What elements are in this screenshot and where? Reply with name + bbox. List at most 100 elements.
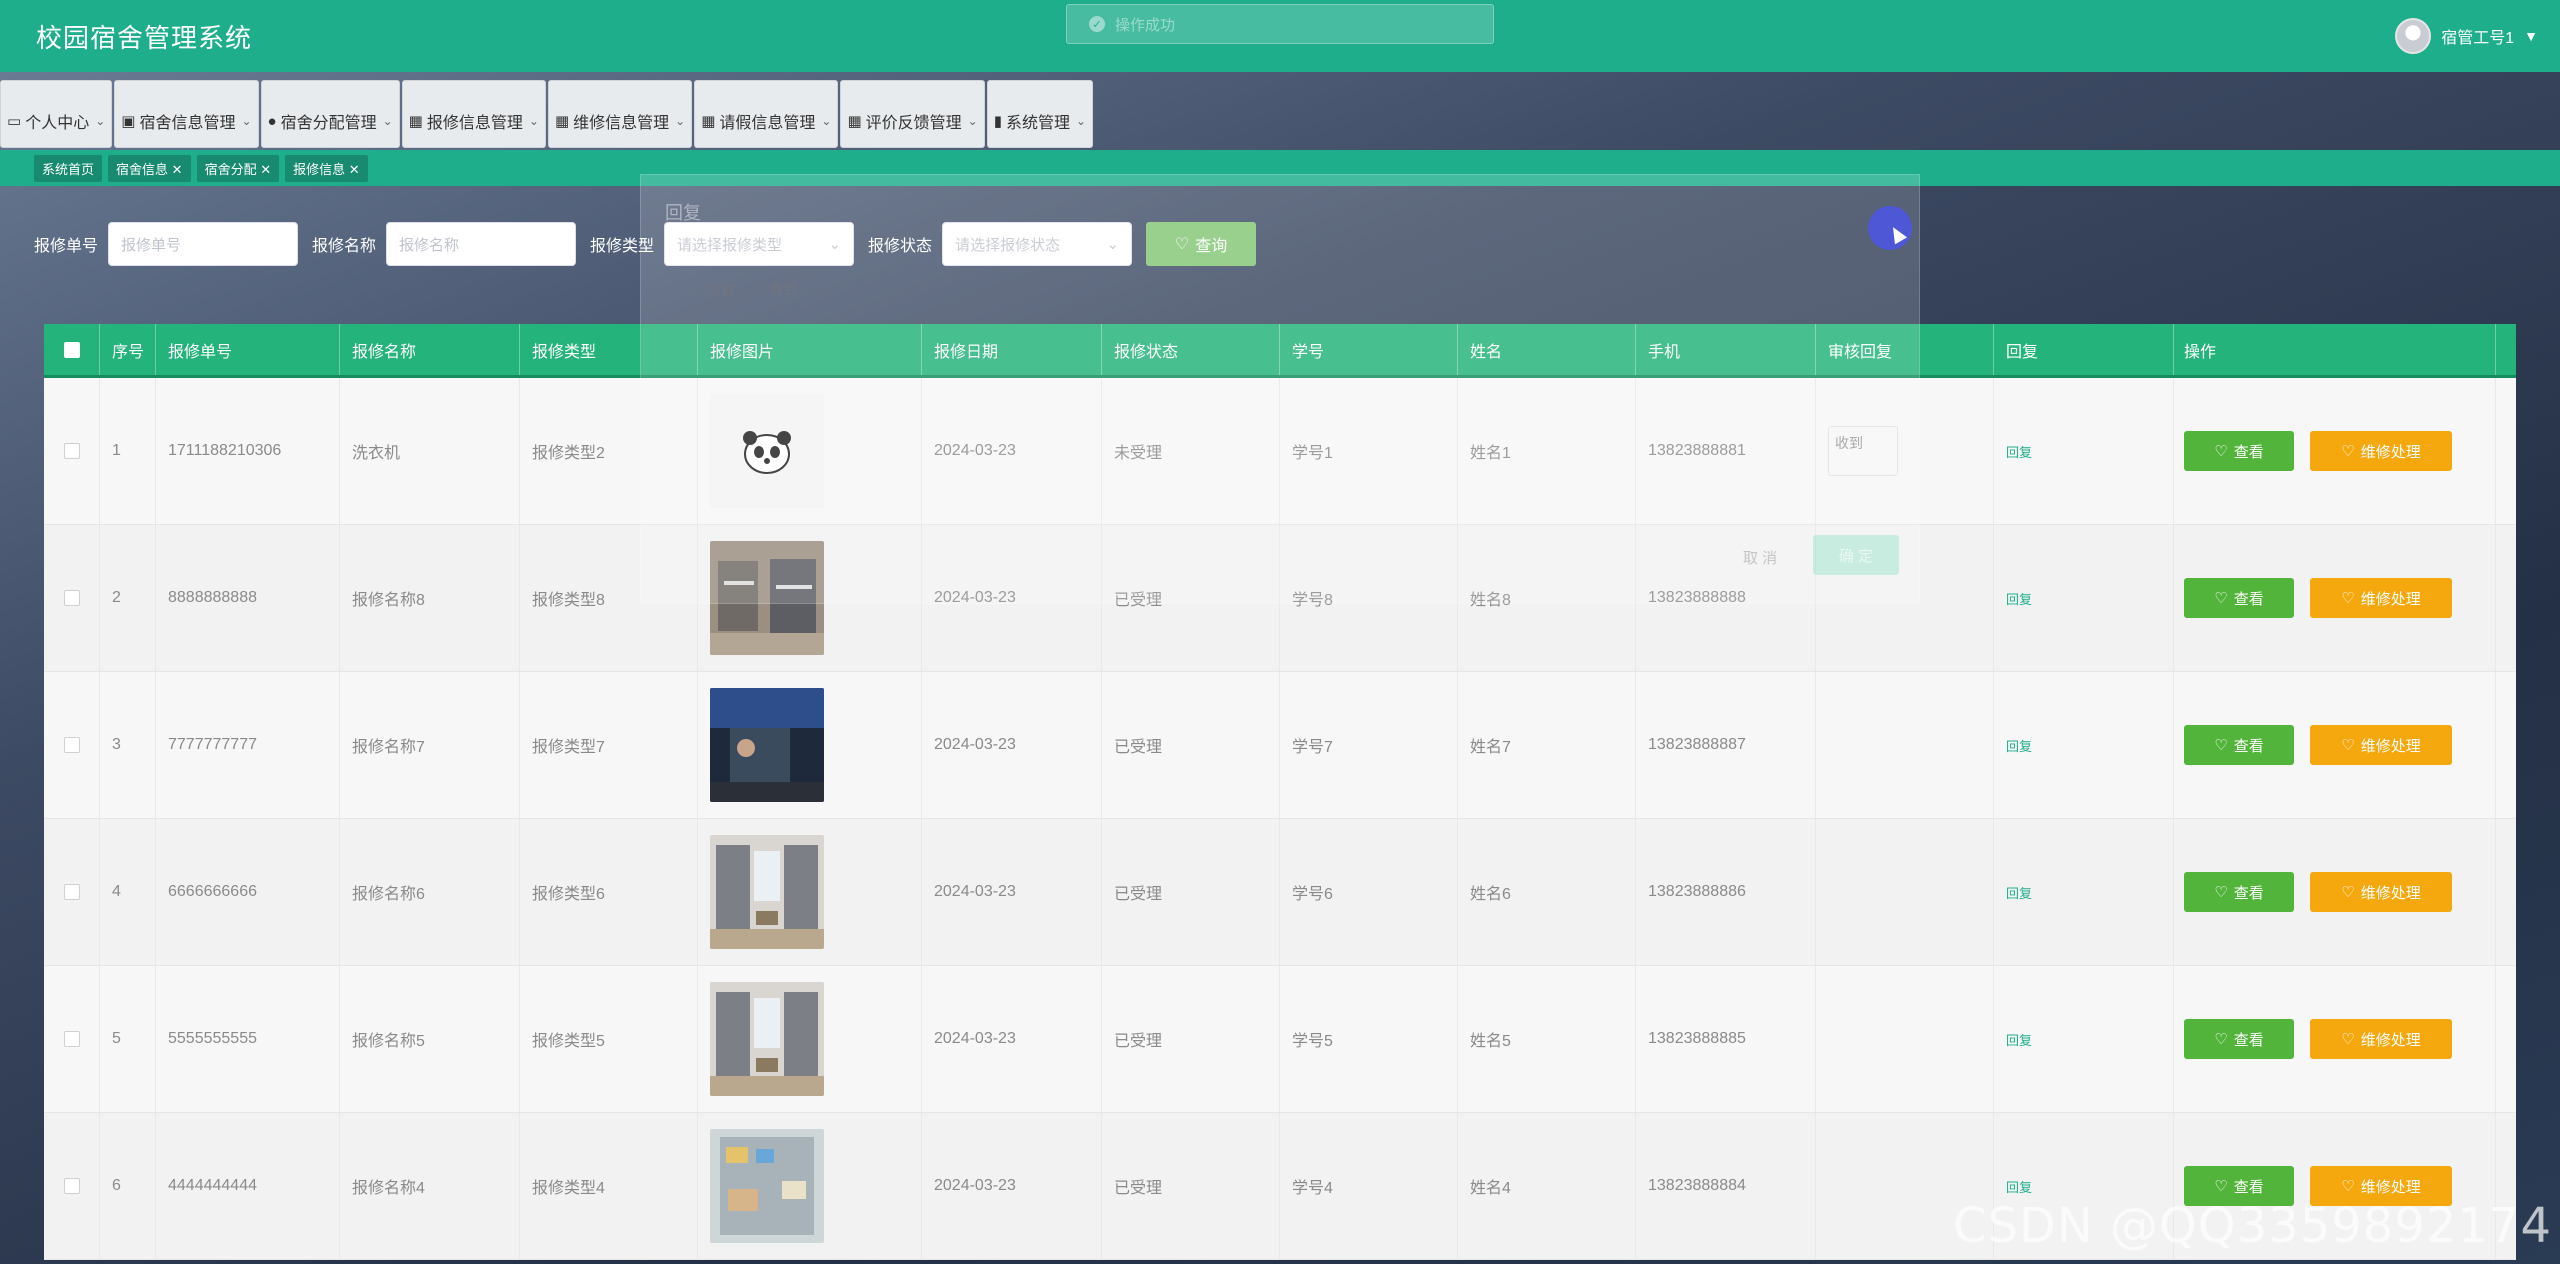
avatar[interactable] — [2395, 18, 2432, 54]
cell-phone: 13823888887 — [1636, 672, 1816, 818]
reply-link[interactable]: 回复 — [2006, 1177, 2032, 1196]
row-select-cell[interactable] — [44, 672, 100, 818]
grid-icon: ▦ — [847, 113, 862, 130]
cell-phone: 13823888884 — [1636, 1113, 1816, 1259]
view-button[interactable]: ♡ 查看 — [2184, 872, 2294, 912]
repair-image[interactable] — [710, 835, 824, 949]
cell-repair-name: 报修名称5 — [340, 966, 520, 1112]
cell-student-id: 学号4 — [1280, 1113, 1458, 1259]
row-checkbox[interactable] — [63, 590, 80, 606]
tag-dorm-assign[interactable]: 宿舍分配 ✕ — [196, 154, 280, 182]
repair-image[interactable] — [710, 982, 824, 1096]
menu-dorm-assign[interactable]: ● 宿舍分配管理 ⌄ — [260, 80, 400, 148]
view-button[interactable]: ♡ 查看 — [2184, 431, 2294, 471]
repair-name-input[interactable]: 报修名称 — [386, 222, 577, 266]
cell-index: 1 — [100, 378, 156, 524]
menu-maintenance-info[interactable]: ▦ 维修信息管理 ⌄ — [547, 80, 693, 148]
cell-repair-no: 6666666666 — [156, 819, 340, 965]
view-button[interactable]: ♡ 查看 — [2184, 1019, 2294, 1059]
row-select-cell[interactable] — [44, 1113, 100, 1259]
repair-handle-label: 维修处理 — [2360, 1031, 2421, 1049]
repair-handle-button[interactable]: ♡ 维修处理 — [2310, 725, 2452, 765]
select-all-checkbox[interactable] — [63, 341, 80, 358]
content-value[interactable]: 收到 — [769, 279, 797, 299]
repair-image[interactable] — [710, 1129, 824, 1243]
repair-handle-button[interactable]: ♡ 维修处理 — [2310, 872, 2452, 912]
cell-phone: 13823888886 — [1636, 819, 1816, 965]
menu-leave-info[interactable]: ▦ 请假信息管理 ⌄ — [694, 80, 839, 148]
chevron-down-icon: ⌄ — [1076, 114, 1087, 128]
chevron-down-icon: ⌄ — [528, 114, 539, 128]
cell-repair-image — [698, 966, 922, 1112]
cancel-button[interactable]: 取 消 — [1743, 547, 1777, 568]
toast-text: 操作成功 — [1115, 16, 1176, 34]
cell-student-id: 学号5 — [1280, 966, 1458, 1112]
reply-link[interactable]: 回复 — [2006, 1030, 2032, 1049]
heart-icon: ♡ — [2341, 737, 2355, 754]
reply-link[interactable]: 回复 — [2006, 736, 2032, 755]
menu-feedback[interactable]: ▦ 评价反馈管理 ⌄ — [840, 80, 985, 148]
reply-link[interactable]: 回复 — [2006, 883, 2032, 902]
reply-link[interactable]: 回复 — [2006, 589, 2032, 608]
view-label: 查看 — [2233, 590, 2264, 608]
grid-icon: ▦ — [408, 113, 423, 130]
user-menu[interactable]: 宿管工号1 ▼ — [2395, 18, 2538, 54]
heart-icon: ♡ — [2214, 884, 2228, 901]
row-select-cell[interactable] — [44, 525, 100, 671]
repair-handle-button[interactable]: ♡ 维修处理 — [2310, 431, 2452, 471]
tag-home[interactable]: 系统首页 — [34, 154, 103, 182]
cell-repair-image — [698, 1113, 922, 1259]
repair-handle-button[interactable]: ♡ 维修处理 — [2310, 578, 2452, 618]
row-checkbox[interactable] — [63, 737, 80, 753]
repair-handle-label: 维修处理 — [2360, 1178, 2421, 1196]
watermark: CSDN @QQ3359892174 — [1952, 1198, 2552, 1254]
user-name[interactable]: 宿管工号1 — [2441, 24, 2514, 48]
repair-handle-label: 维修处理 — [2360, 884, 2421, 902]
col-header: 序号 — [100, 324, 156, 375]
menu-system[interactable]: ▮ 系统管理 ⌄ — [986, 80, 1094, 148]
cell-student-name: 姓名5 — [1458, 966, 1636, 1112]
tag-dorm-info[interactable]: 宿舍信息 ✕ — [108, 154, 191, 182]
close-icon[interactable]: ✕ — [349, 162, 360, 177]
cell-index: 4 — [100, 819, 156, 965]
close-icon[interactable]: ✕ — [172, 162, 183, 177]
cell-student-name: 姓名7 — [1458, 672, 1636, 818]
close-icon[interactable]: ✕ — [260, 162, 271, 177]
caret-down-icon[interactable]: ▼ — [2524, 28, 2538, 44]
row-checkbox[interactable] — [63, 1178, 80, 1194]
menu-personal-center[interactable]: ▭ 个人中心 ⌄ — [0, 80, 113, 148]
menu-repair-info[interactable]: ▦ 报修信息管理 ⌄ — [401, 80, 546, 148]
cell-audit-reply — [1816, 672, 1994, 818]
repair-no-input[interactable]: 报修单号 — [108, 222, 299, 266]
grid-icon: ▦ — [554, 113, 570, 130]
row-select-cell[interactable] — [44, 378, 100, 524]
menu-label: 请假信息管理 — [719, 115, 816, 132]
view-button[interactable]: ♡ 查看 — [2184, 725, 2294, 765]
heart-icon: ♡ — [2214, 737, 2228, 754]
row-checkbox[interactable] — [63, 1031, 80, 1047]
app-title: 校园宿舍管理系统 — [36, 22, 253, 53]
view-label: 查看 — [2233, 1178, 2264, 1196]
view-label: 查看 — [2233, 1031, 2264, 1049]
row-checkbox[interactable] — [63, 443, 80, 459]
heart-icon: ♡ — [2214, 1031, 2228, 1048]
cell-index: 3 — [100, 672, 156, 818]
repair-handle-label: 维修处理 — [2360, 443, 2421, 461]
reply-link[interactable]: 回复 — [2006, 442, 2032, 461]
menu-dorm-info[interactable]: ▣ 宿舍信息管理 ⌄ — [114, 80, 259, 148]
select-all-cell[interactable] — [44, 324, 100, 375]
row-checkbox[interactable] — [63, 884, 80, 900]
row-select-cell[interactable] — [44, 819, 100, 965]
repair-handle-button[interactable]: ♡ 维修处理 — [2310, 1019, 2452, 1059]
content-label: 内容 — [707, 283, 735, 299]
view-button[interactable]: ♡ 查看 — [2184, 578, 2294, 618]
tag-repair-info[interactable]: 报修信息 ✕ — [285, 154, 368, 182]
confirm-button[interactable]: 确 定 — [1813, 535, 1899, 575]
cell-actions: ♡ 查看 ♡ 维修处理 — [2174, 378, 2496, 524]
cell-audit-reply — [1816, 966, 1994, 1112]
table-row: 3 7777777777 报修名称7 报修类型7 2024-03-23 已受理 学号7 姓名7… — [44, 672, 2516, 819]
row-select-cell[interactable] — [44, 966, 100, 1112]
cell-repair-no: 1711188210306 — [156, 378, 340, 524]
repair-image[interactable] — [710, 688, 824, 802]
cell-index: 2 — [100, 525, 156, 671]
